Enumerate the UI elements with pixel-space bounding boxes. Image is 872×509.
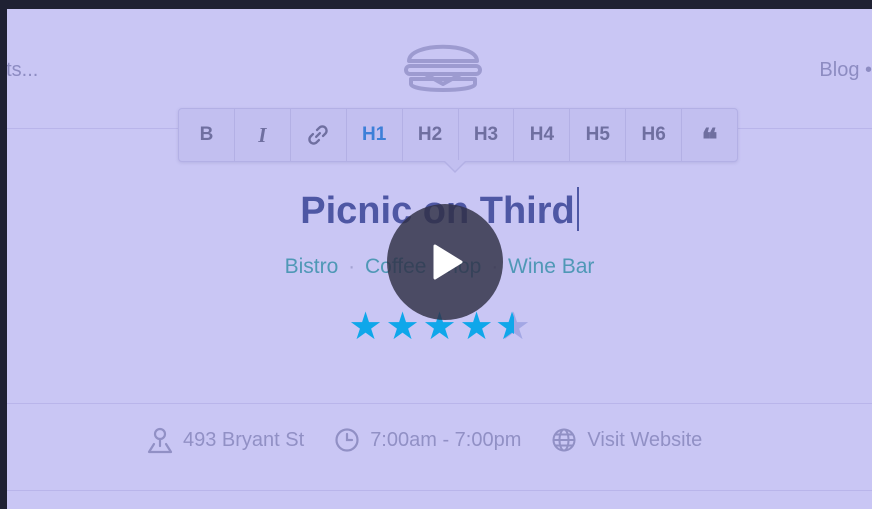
- rating-star-icon[interactable]: ★: [495, 307, 532, 347]
- clock-icon: [335, 428, 359, 452]
- link-button[interactable]: [291, 109, 347, 161]
- text-format-toolbar: B I H1 H2 H3 H4 H5 H6 ❝: [178, 108, 738, 162]
- h5-button[interactable]: H5: [570, 109, 627, 161]
- info-divider-bottom: [7, 490, 872, 491]
- listing-info-bar: 493 Bryant St 7:00am - 7:00pm Visit Webs…: [147, 426, 732, 454]
- h6-button[interactable]: H6: [626, 109, 683, 161]
- h1-button[interactable]: H1: [347, 109, 403, 161]
- app-frame: nts... Blog • B I H1 H2 H3 H4 H5 H6: [7, 9, 872, 509]
- nav-blog-link[interactable]: Blog •: [819, 59, 872, 82]
- hours-text: 7:00am - 7:00pm: [370, 428, 522, 451]
- burger-logo-icon[interactable]: [403, 34, 483, 98]
- category-tag[interactable]: Wine Bar: [508, 255, 594, 278]
- h3-button[interactable]: H3: [459, 109, 515, 161]
- h2-button[interactable]: H2: [403, 109, 459, 161]
- play-icon: [433, 244, 463, 280]
- visit-website-link[interactable]: Visit Website: [551, 427, 702, 453]
- bold-button[interactable]: B: [179, 109, 235, 161]
- play-video-button[interactable]: [387, 204, 503, 320]
- address-text: 493 Bryant St: [183, 428, 305, 451]
- address-item: 493 Bryant St: [147, 426, 304, 454]
- nav-left-link[interactable]: nts...: [7, 59, 38, 82]
- category-tag[interactable]: Bistro: [285, 255, 339, 278]
- quote-icon: ❝: [701, 123, 718, 157]
- location-pin-icon: [147, 427, 173, 454]
- link-icon: [308, 125, 329, 145]
- visit-website-text: Visit Website: [587, 428, 703, 451]
- hours-item: 7:00am - 7:00pm: [334, 427, 521, 453]
- text-cursor: [576, 187, 579, 231]
- category-separator: ·: [348, 255, 356, 278]
- info-divider-top: [7, 403, 872, 404]
- h4-button[interactable]: H4: [514, 109, 571, 161]
- globe-icon: [552, 428, 576, 452]
- quote-button[interactable]: ❝: [682, 109, 737, 161]
- italic-button[interactable]: I: [235, 109, 291, 161]
- rating-star-icon[interactable]: ★: [347, 307, 384, 347]
- rating-star-icon[interactable]: ★: [384, 307, 421, 347]
